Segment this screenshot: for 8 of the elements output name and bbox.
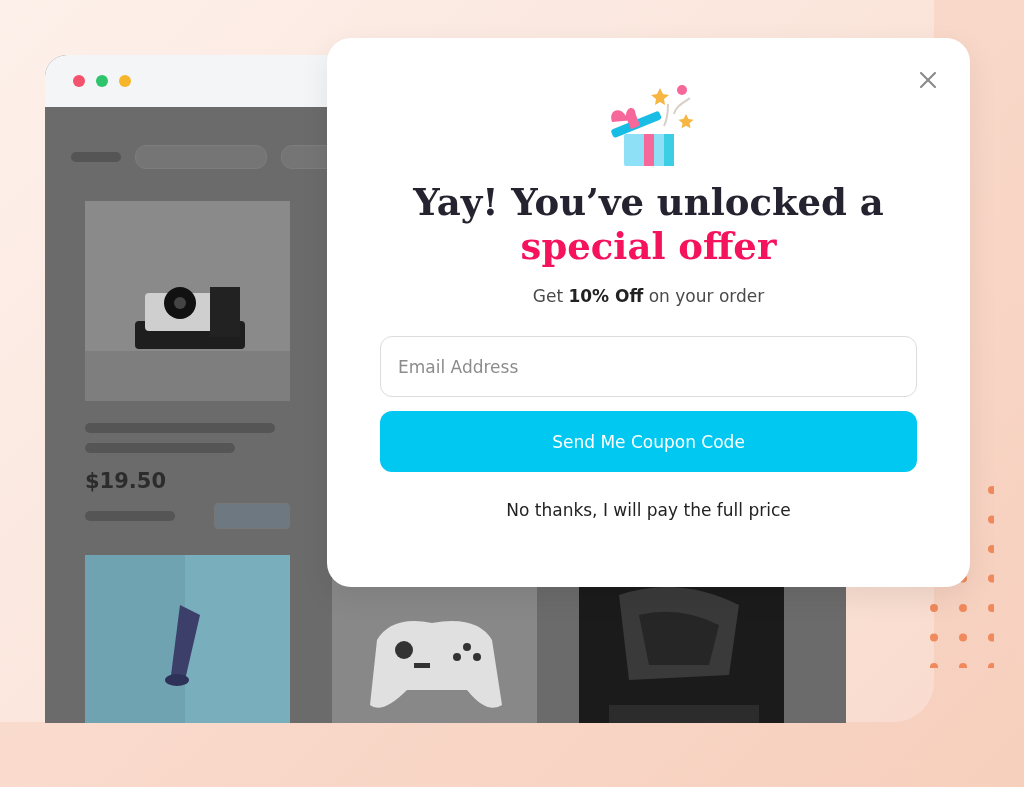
product-price: $19.50 [85,469,168,493]
decline-link[interactable]: No thanks, I will pay the full price [506,500,791,520]
email-field[interactable]: Email Address [380,336,917,397]
close-icon[interactable] [920,72,936,88]
heading-line: Yay! You’ve unlocked a [413,180,884,224]
heading-line: special offer [520,224,777,268]
window-controls-icon [73,75,131,87]
offer-subtitle: Get 10% Off on your order [532,286,765,306]
